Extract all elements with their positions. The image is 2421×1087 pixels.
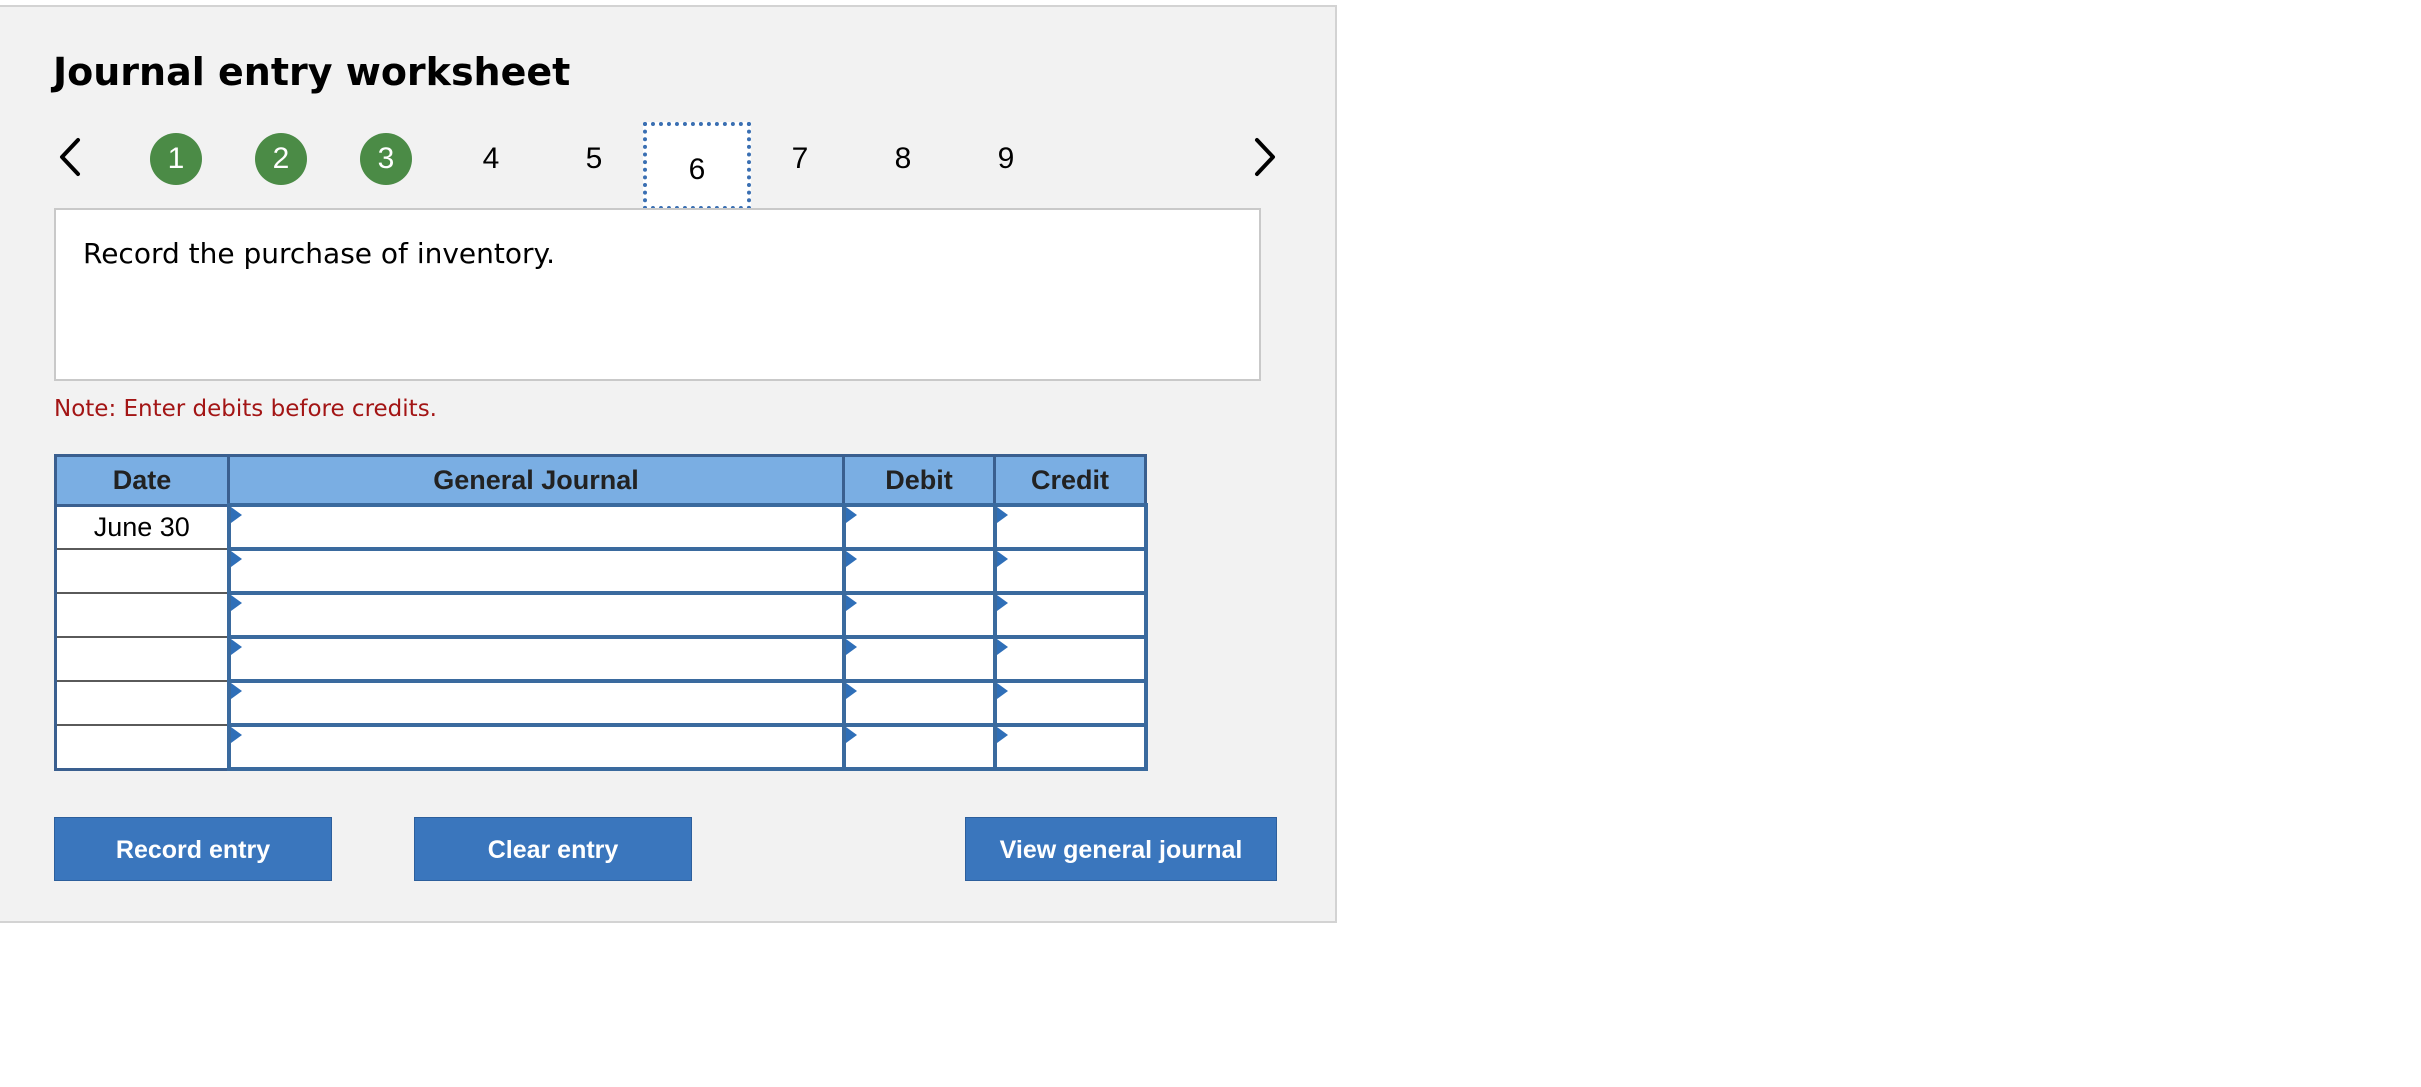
- step-5[interactable]: 5: [568, 133, 620, 185]
- debit-input[interactable]: [841, 547, 997, 595]
- step-1[interactable]: 1: [150, 133, 202, 185]
- credit-input[interactable]: [992, 635, 1148, 683]
- debit-header: Debit: [842, 454, 996, 507]
- worksheet-panel: Journal entry worksheet 1 2 3 4 5 6 7 8 …: [0, 5, 1337, 923]
- dropdown-indicator-icon: [230, 639, 242, 655]
- dropdown-indicator-icon: [845, 551, 857, 567]
- debit-input[interactable]: [841, 679, 997, 727]
- dropdown-indicator-icon: [996, 683, 1008, 699]
- step-6[interactable]: 6: [643, 122, 751, 210]
- dropdown-indicator-icon: [230, 507, 242, 523]
- instruction-text: Record the purchase of inventory.: [83, 237, 555, 270]
- clear-entry-button[interactable]: Clear entry: [414, 817, 692, 881]
- chevron-left-icon[interactable]: [52, 132, 92, 182]
- step-4[interactable]: 4: [465, 133, 517, 185]
- dropdown-indicator-icon: [845, 595, 857, 611]
- record-entry-button[interactable]: Record entry: [54, 817, 332, 881]
- table-row: June 30: [54, 503, 1148, 551]
- debit-input[interactable]: [841, 503, 997, 551]
- date-cell: [54, 592, 230, 638]
- date-cell: [54, 680, 230, 726]
- table-row: [54, 547, 1148, 595]
- dropdown-indicator-icon: [996, 595, 1008, 611]
- date-cell: [54, 724, 230, 770]
- step-9[interactable]: 9: [980, 133, 1032, 185]
- dropdown-indicator-icon: [230, 551, 242, 567]
- dropdown-indicator-icon: [996, 551, 1008, 567]
- dropdown-indicator-icon: [230, 595, 242, 611]
- page-title: Journal entry worksheet: [53, 50, 571, 94]
- table-row: [54, 591, 1148, 639]
- view-general-journal-button[interactable]: View general journal: [965, 817, 1277, 881]
- date-header: Date: [54, 454, 230, 507]
- step-2[interactable]: 2: [255, 133, 307, 185]
- date-cell: [54, 548, 230, 594]
- table-row: [54, 723, 1148, 771]
- date-cell: June 30: [54, 504, 230, 550]
- credit-input[interactable]: [992, 591, 1148, 639]
- debit-input[interactable]: [841, 723, 997, 771]
- step-7[interactable]: 7: [774, 133, 826, 185]
- account-input[interactable]: [226, 591, 846, 639]
- dropdown-indicator-icon: [230, 683, 242, 699]
- general-journal-header: General Journal: [227, 454, 845, 507]
- dropdown-indicator-icon: [996, 507, 1008, 523]
- dropdown-indicator-icon: [230, 727, 242, 743]
- credit-input[interactable]: [992, 547, 1148, 595]
- note-text: Note: Enter debits before credits.: [54, 396, 437, 422]
- credit-input[interactable]: [992, 503, 1148, 551]
- dropdown-indicator-icon: [845, 639, 857, 655]
- credit-input[interactable]: [992, 723, 1148, 771]
- step-8[interactable]: 8: [877, 133, 929, 185]
- account-input[interactable]: [226, 723, 846, 771]
- account-input[interactable]: [226, 679, 846, 727]
- dropdown-indicator-icon: [996, 639, 1008, 655]
- account-input[interactable]: [226, 635, 846, 683]
- dropdown-indicator-icon: [845, 683, 857, 699]
- journal-table: Date General Journal Debit Credit June 3…: [54, 454, 1148, 771]
- dropdown-indicator-icon: [996, 727, 1008, 743]
- instruction-box: Record the purchase of inventory.: [54, 208, 1261, 381]
- account-input[interactable]: [226, 503, 846, 551]
- dropdown-indicator-icon: [845, 507, 857, 523]
- credit-header: Credit: [993, 454, 1147, 507]
- debit-input[interactable]: [841, 635, 997, 683]
- step-3[interactable]: 3: [360, 133, 412, 185]
- debit-input[interactable]: [841, 591, 997, 639]
- account-input[interactable]: [226, 547, 846, 595]
- table-row: [54, 635, 1148, 683]
- date-cell: [54, 636, 230, 682]
- dropdown-indicator-icon: [845, 727, 857, 743]
- chevron-right-icon[interactable]: [1243, 132, 1283, 182]
- table-row: [54, 679, 1148, 727]
- credit-input[interactable]: [992, 679, 1148, 727]
